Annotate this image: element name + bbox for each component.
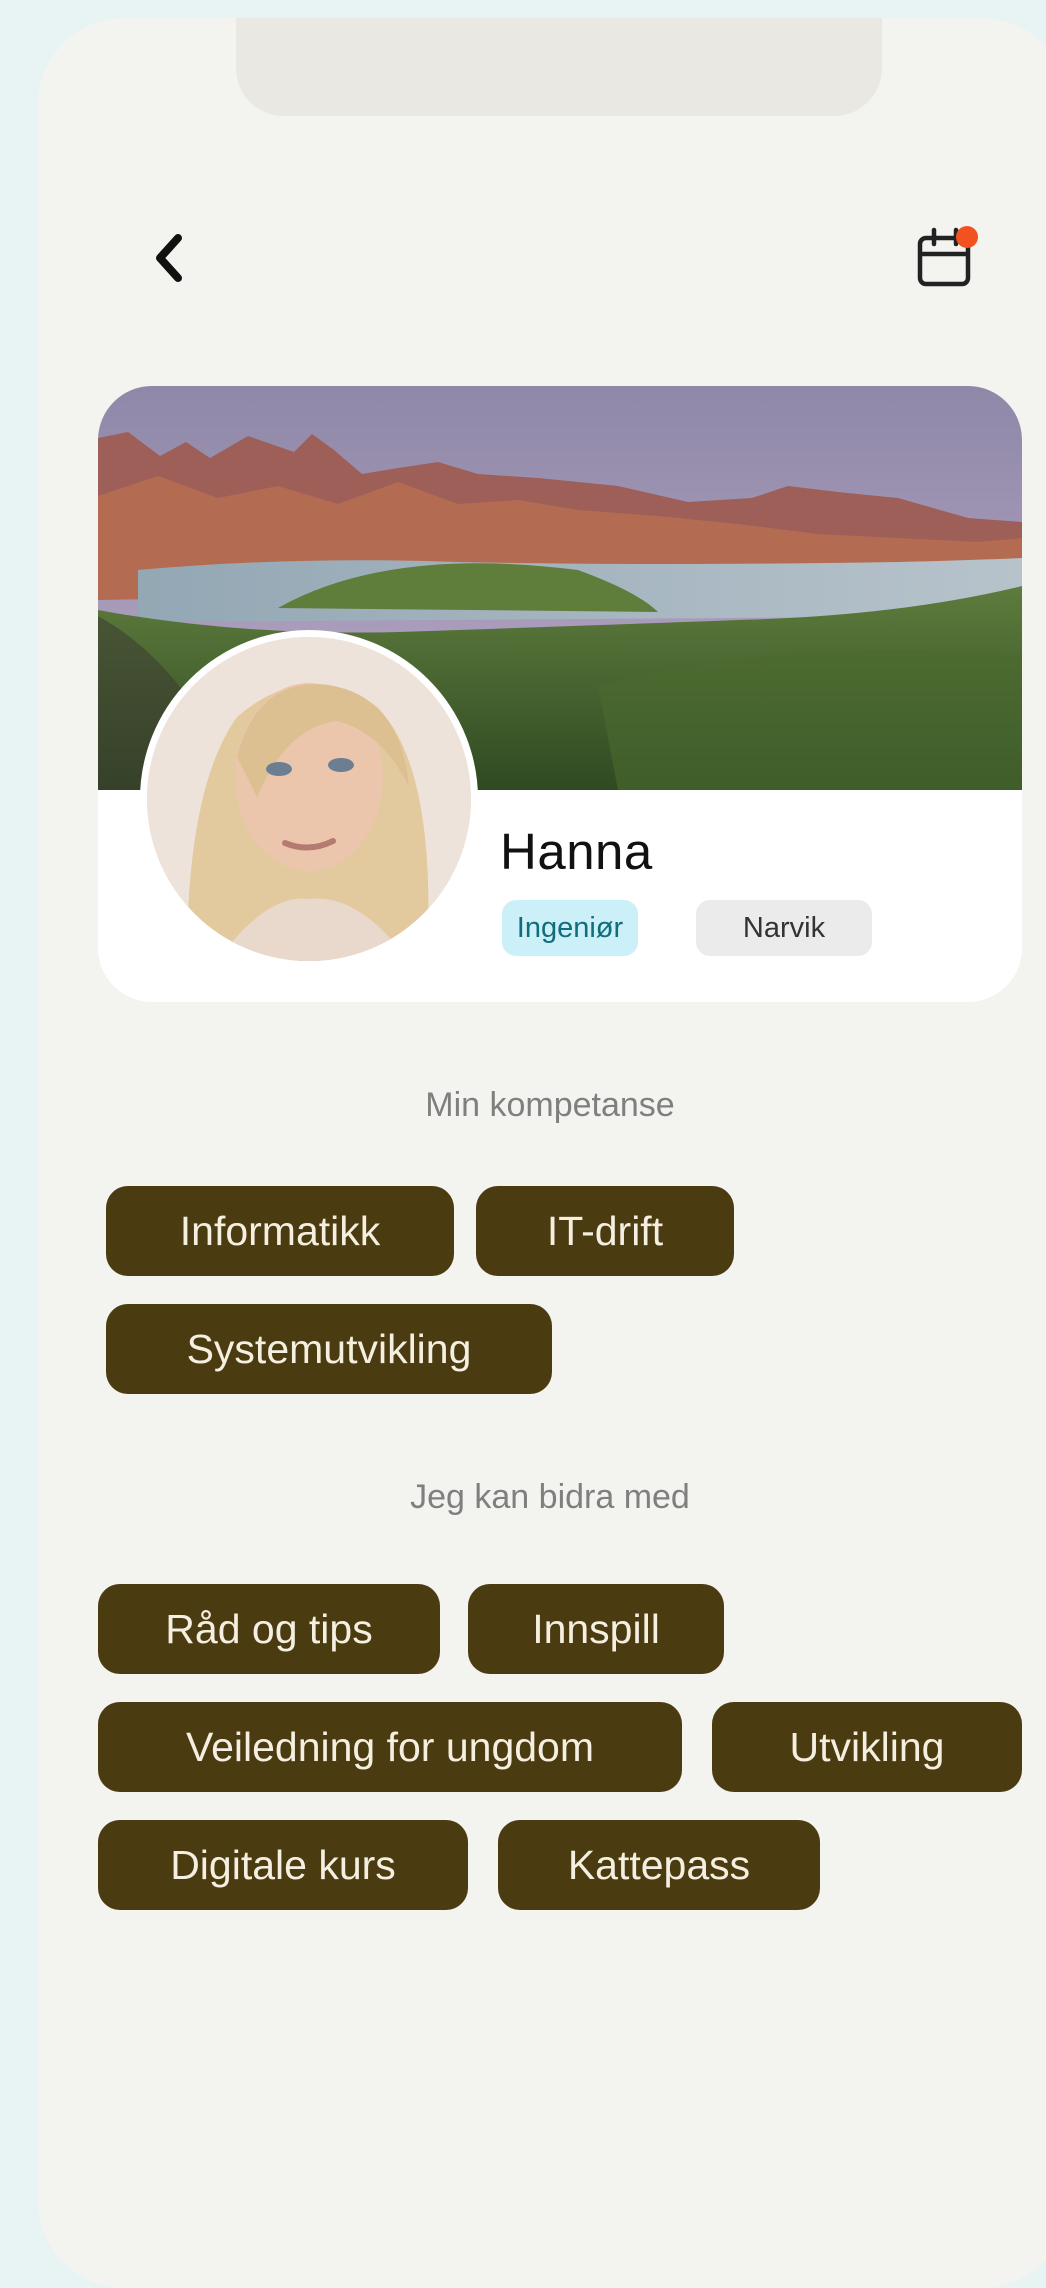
contribute-section-title: Jeg kan bidra med (410, 1478, 690, 1516)
phone-screen (38, 18, 1046, 2288)
contribute-chip-veiledning-for-ungdom[interactable]: Veiledning for ungdom (98, 1702, 682, 1792)
calendar-icon (917, 226, 978, 287)
contribute-chip-kattepass[interactable]: Kattepass (498, 1820, 820, 1910)
chevron-left-icon (156, 234, 182, 282)
back-button[interactable] (140, 228, 200, 288)
competence-chip-it-drift[interactable]: IT-drift (476, 1186, 734, 1276)
competence-chip-systemutvikling[interactable]: Systemutvikling (106, 1304, 552, 1394)
location-tag: Narvik (696, 900, 872, 956)
contribute-chip-utvikling[interactable]: Utvikling (712, 1702, 1022, 1792)
contribute-chip-digitale-kurs[interactable]: Digitale kurs (98, 1820, 468, 1910)
contribute-chip-rad-og-tips[interactable]: Råd og tips (98, 1584, 440, 1674)
competence-section-title: Min kompetanse (425, 1086, 675, 1124)
phone-notch (236, 18, 882, 116)
calendar-button[interactable] (912, 222, 980, 292)
profile-card: Hanna Ingeniør Narvik (98, 386, 1022, 1002)
notification-dot (956, 226, 978, 248)
profile-name: Hanna (500, 823, 653, 880)
competence-chip-informatikk[interactable]: Informatikk (106, 1186, 454, 1276)
avatar (140, 630, 478, 968)
contribute-chip-innspill[interactable]: Innspill (468, 1584, 724, 1674)
profession-tag: Ingeniør (502, 900, 638, 956)
